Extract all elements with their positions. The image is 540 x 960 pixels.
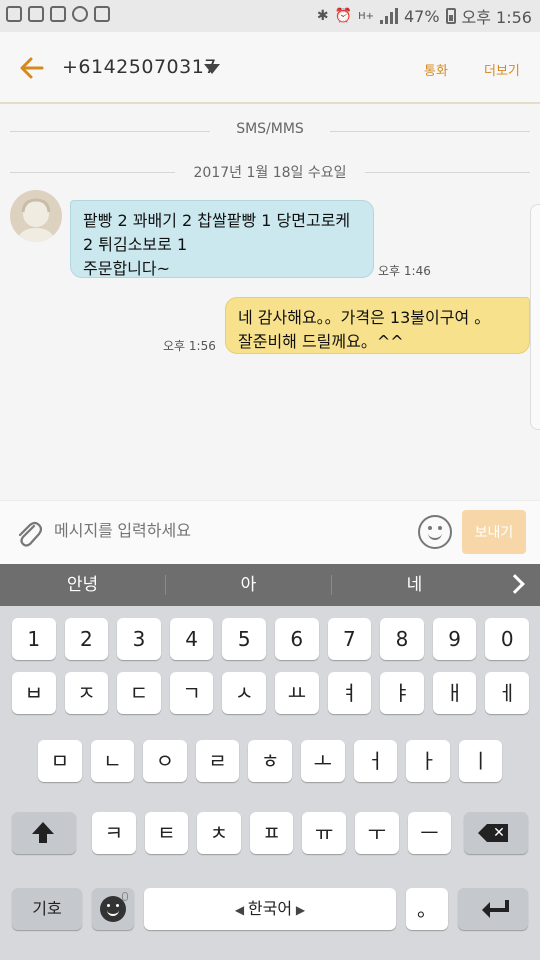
map-icon xyxy=(28,6,44,22)
key[interactable]: ㅐ xyxy=(432,672,477,714)
chevron-right-icon[interactable] xyxy=(505,574,525,594)
briefcase-icon xyxy=(94,6,110,22)
contact-number[interactable]: +61425070317 xyxy=(62,56,217,78)
key[interactable]: 9 xyxy=(432,618,477,660)
key[interactable]: ㄴ xyxy=(90,740,135,782)
channel-divider: SMS/MMS xyxy=(10,121,530,141)
outgoing-message[interactable]: 네 감사해요。。가격은 13불이구여 。 잘준비해 드릴께요。^^ xyxy=(225,297,530,354)
message-line: 2 튀김소보로 1 xyxy=(83,235,188,254)
shift-key[interactable] xyxy=(12,812,76,854)
avatar[interactable] xyxy=(10,190,62,242)
key[interactable]: 0 xyxy=(485,618,529,660)
dropdown-caret-icon[interactable] xyxy=(204,64,220,74)
date-divider: 2017년 1월 18일 수요일 xyxy=(10,162,530,182)
key[interactable]: ㅌ xyxy=(144,812,189,854)
message-composer: 보내기 xyxy=(0,500,540,564)
key[interactable]: ㄹ xyxy=(195,740,240,782)
key[interactable]: ㅈ xyxy=(64,672,109,714)
smile-icon xyxy=(100,896,126,922)
key[interactable]: ㅜ xyxy=(355,812,399,854)
date-label: 2017년 1월 18일 수요일 xyxy=(185,165,355,181)
network-type: H+ xyxy=(358,10,374,22)
incoming-message[interactable]: 팥빵 2 꽈배기 2 찹쌀팥빵 1 당면고로케 2 튀김소보로 1 주문합니다~ xyxy=(70,200,374,278)
key[interactable]: ㅗ xyxy=(301,740,345,782)
battery-percent: 47% xyxy=(403,6,440,26)
key[interactable]: ㅠ xyxy=(302,812,346,854)
key[interactable]: ㅂ xyxy=(12,672,56,714)
symbols-key[interactable]: 기호 xyxy=(12,888,82,930)
status-bar: ✱ ⏰ H+ 47% 오후 1:56 xyxy=(0,0,540,32)
space-label: 한국어 xyxy=(247,899,293,918)
back-arrow-icon[interactable] xyxy=(16,52,48,84)
suggestion[interactable]: 안녕 xyxy=(0,564,165,606)
alarm-icon: ⏰ xyxy=(334,8,353,24)
suggestion[interactable]: 아 xyxy=(166,564,331,606)
key[interactable]: ㅕ xyxy=(327,672,372,714)
key[interactable]: ㅡ xyxy=(407,812,452,854)
message-line: 네 감사해요。。가격은 13불이구여 。 xyxy=(238,308,491,327)
key[interactable]: 6 xyxy=(275,618,319,660)
outgoing-timestamp: 오후 1:56 xyxy=(163,339,216,353)
message-line: 잘준비해 드릴께요。^^ xyxy=(238,332,404,351)
avatar-person-icon xyxy=(16,198,56,242)
side-panel-handle[interactable] xyxy=(530,204,540,430)
key[interactable]: 3 xyxy=(117,618,161,660)
more-button[interactable]: 더보기 xyxy=(484,60,520,79)
attach-icon[interactable] xyxy=(14,517,42,549)
incoming-timestamp: 오후 1:46 xyxy=(378,264,431,278)
key[interactable]: ㅑ xyxy=(380,672,424,714)
key[interactable]: ㄱ xyxy=(169,672,214,714)
keyboard: 1234567890 ㅂㅈㄷㄱㅅㅛㅕㅑㅐㅔ ㅁㄴㅇㄹㅎㅗㅓㅏㅣ ㅋㅌㅊㅍㅠㅜㅡ … xyxy=(0,606,540,960)
key[interactable]: ㄷ xyxy=(117,672,161,714)
location-icon xyxy=(50,6,66,22)
key[interactable]: ㅎ xyxy=(248,740,292,782)
notification-icons xyxy=(6,6,110,22)
send-button[interactable]: 보내기 xyxy=(462,510,526,554)
key[interactable]: ㅋ xyxy=(92,812,136,854)
suggestion[interactable]: 네 xyxy=(332,564,497,606)
conversation-header: +61425070317 통화 더보기 xyxy=(0,32,540,104)
key[interactable]: 7 xyxy=(327,618,372,660)
key[interactable]: ㅇ xyxy=(143,740,187,782)
key[interactable]: ㅣ xyxy=(458,740,503,782)
emoji-key[interactable] xyxy=(92,888,134,930)
period-key[interactable]: 。 xyxy=(406,888,448,930)
backspace-key[interactable]: ✕ xyxy=(464,812,528,854)
call-button[interactable]: 통화 xyxy=(424,60,448,79)
key[interactable]: ㅓ xyxy=(353,740,398,782)
sync-icon xyxy=(72,6,88,22)
key[interactable]: ㅛ xyxy=(275,672,319,714)
channel-label: SMS/MMS xyxy=(228,121,312,137)
key[interactable]: ㅅ xyxy=(222,672,266,714)
message-line: 팥빵 2 꽈배기 2 찹쌀팥빵 1 당면고로케 xyxy=(83,211,351,230)
key[interactable]: ㅔ xyxy=(485,672,529,714)
key[interactable]: 8 xyxy=(380,618,424,660)
key[interactable]: ㅏ xyxy=(406,740,450,782)
key[interactable]: 4 xyxy=(169,618,214,660)
clock: 오후 1:56 xyxy=(461,8,532,27)
key[interactable]: 2 xyxy=(64,618,109,660)
suggestion-strip: 안녕 아 네 xyxy=(0,564,540,606)
key[interactable]: 1 xyxy=(12,618,56,660)
emoji-icon[interactable] xyxy=(418,515,452,549)
enter-key[interactable] xyxy=(458,888,528,930)
message-input[interactable] xyxy=(54,517,394,547)
gallery-icon xyxy=(6,6,22,22)
space-key[interactable]: ◀ 한국어 ▶ xyxy=(144,888,396,930)
key[interactable]: 5 xyxy=(222,618,266,660)
message-line: 주문합니다~ xyxy=(83,259,171,278)
key[interactable]: ㅁ xyxy=(38,740,82,782)
battery-icon xyxy=(445,8,456,24)
key[interactable]: ㅊ xyxy=(197,812,241,854)
signal-icon xyxy=(379,8,398,24)
key[interactable]: ㅍ xyxy=(249,812,294,854)
bluetooth-icon: ✱ xyxy=(316,8,329,24)
shift-icon xyxy=(32,822,54,843)
system-status: ✱ ⏰ H+ 47% 오후 1:56 xyxy=(317,4,532,28)
enter-icon xyxy=(482,900,509,918)
